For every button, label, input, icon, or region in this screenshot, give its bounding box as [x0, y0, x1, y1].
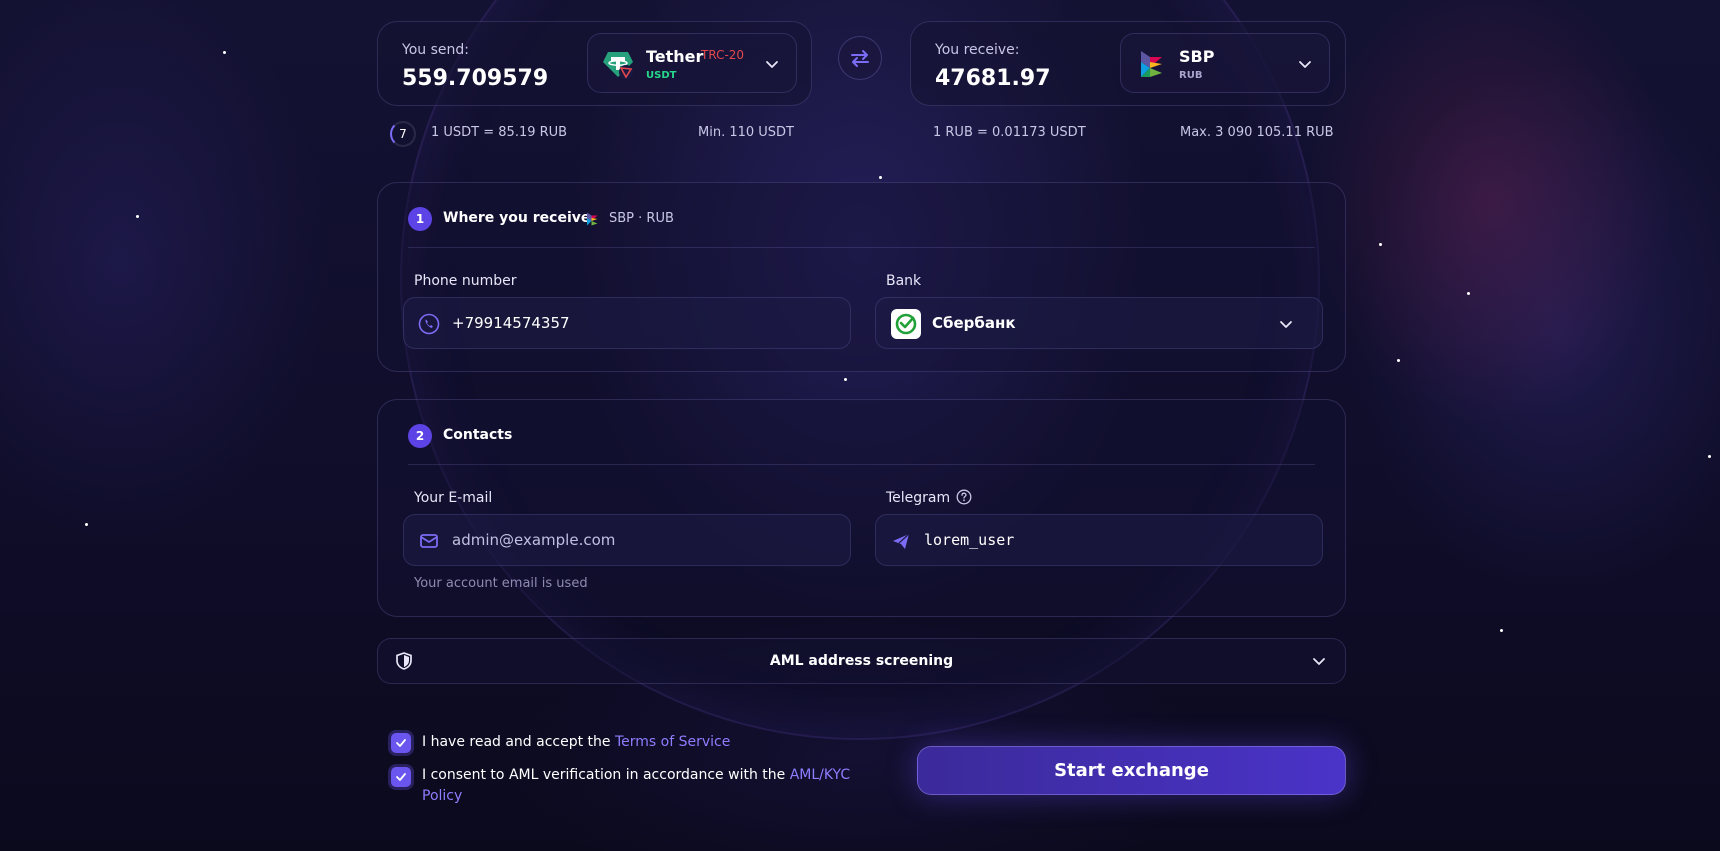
contacts-section: 2 Contacts Your E-mail admin@example.com… [377, 399, 1346, 617]
send-network-badge: TRC-20 [701, 48, 745, 62]
chevron-down-icon [1280, 321, 1292, 328]
aml-consent-prefix: I consent to AML verification in accorda… [422, 767, 786, 783]
receive-card: You receive: 47681.97 SBP RUB [910, 21, 1346, 106]
receive-max: Max. 3 090 105.11 RUB [1180, 125, 1334, 140]
aml-consent-checkbox[interactable] [391, 767, 411, 787]
bank-select[interactable]: Сбербанк [875, 297, 1323, 349]
aml-screening-toggle[interactable]: AML address screening [377, 638, 1346, 684]
telegram-label: Telegram [886, 490, 951, 506]
phone-icon [418, 313, 440, 335]
email-value: admin@example.com [452, 531, 616, 549]
receive-method: SBP · RUB [609, 211, 674, 226]
send-currency-code: USDT [646, 70, 677, 81]
section-title: Where you receive [443, 210, 591, 226]
terms-of-service-link[interactable]: Terms of Service [615, 734, 730, 750]
terms-checkbox[interactable] [391, 733, 411, 753]
send-min: Min. 110 USDT [698, 125, 794, 140]
bank-value: Сбербанк [932, 314, 1016, 332]
send-currency-select[interactable]: Tether TRC-20 USDT [587, 33, 797, 93]
chevron-down-icon [1299, 61, 1311, 68]
email-hint: Your account email is used [414, 576, 588, 591]
help-icon[interactable] [956, 489, 972, 505]
sbp-icon [1141, 51, 1162, 77]
send-card: You send: 559.709579 Tether TRC-20 USDT [377, 21, 812, 106]
swap-button[interactable] [838, 36, 882, 80]
terms-prefix: I have read and accept the [422, 734, 611, 750]
telegram-icon [893, 533, 910, 549]
tether-icon [603, 52, 633, 79]
terms-text: I have read and accept the Terms of Serv… [422, 732, 730, 753]
aml-consent-text: I consent to AML verification in accorda… [422, 765, 862, 807]
start-exchange-button[interactable]: Start exchange [917, 746, 1346, 795]
receive-currency-name: SBP [1179, 47, 1215, 66]
divider [408, 464, 1315, 465]
phone-value: +79914574357 [452, 314, 570, 332]
telegram-field[interactable]: lorem_user [875, 514, 1323, 566]
email-field[interactable]: admin@example.com [403, 514, 851, 566]
aml-title: AML address screening [769, 653, 954, 669]
send-label: You send: [402, 42, 469, 58]
send-rate: 1 USDT = 85.19 RUB [431, 125, 568, 140]
phone-label: Phone number [414, 273, 517, 289]
aml-kyc-link-policy[interactable]: Policy [422, 788, 462, 804]
receive-rate: 1 RUB = 0.01173 USDT [933, 125, 1086, 140]
chevron-down-icon [766, 61, 778, 68]
mail-icon [420, 534, 438, 548]
check-icon [396, 739, 406, 747]
phone-field[interactable]: +79914574357 [403, 297, 851, 349]
send-amount[interactable]: 559.709579 [402, 66, 548, 91]
swap-arrows-icon [851, 50, 869, 67]
rate-timer: 7 [390, 121, 416, 147]
sbp-icon [587, 212, 598, 226]
where-you-receive-section: 1 Where you receive SBP · RUB Phone numb… [377, 182, 1346, 372]
chevron-down-icon [1313, 658, 1325, 665]
sberbank-icon [891, 309, 921, 339]
section-title: Contacts [443, 427, 513, 443]
step-number: 1 [408, 207, 432, 231]
telegram-value: lorem_user [924, 531, 1015, 549]
email-label: Your E-mail [414, 490, 493, 506]
check-icon [396, 773, 406, 781]
exchange-form: You send: 559.709579 Tether TRC-20 USDT [0, 0, 1720, 851]
step-number: 2 [408, 424, 432, 448]
aml-kyc-link[interactable]: AML/KYC [790, 767, 850, 783]
divider [408, 247, 1315, 248]
receive-currency-code: RUB [1179, 70, 1203, 81]
receive-label: You receive: [935, 42, 1020, 58]
bank-label: Bank [886, 273, 922, 289]
receive-amount[interactable]: 47681.97 [935, 66, 1051, 91]
send-currency-name: Tether [646, 47, 704, 66]
receive-currency-select[interactable]: SBP RUB [1120, 33, 1330, 93]
